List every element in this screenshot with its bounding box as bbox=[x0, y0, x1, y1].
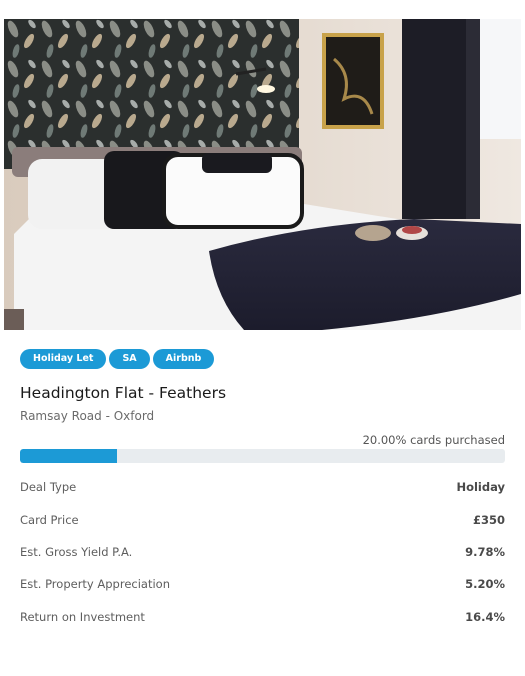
detail-key: Return on Investment bbox=[20, 610, 145, 624]
tag-holiday-let[interactable]: Holiday Let bbox=[20, 349, 107, 369]
detail-row-appreciation: Est. Property Appreciation 5.20% bbox=[20, 574, 505, 594]
detail-row-card-price: Card Price £350 bbox=[20, 510, 505, 530]
detail-value: 16.4% bbox=[465, 610, 505, 624]
detail-key: Deal Type bbox=[20, 480, 77, 494]
detail-value: 5.20% bbox=[465, 577, 505, 591]
detail-key: Card Price bbox=[20, 513, 79, 527]
bedroom-image bbox=[4, 19, 521, 330]
progress-bar bbox=[20, 449, 505, 463]
progress-label: 20.00% cards purchased bbox=[362, 433, 505, 447]
detail-key: Est. Property Appreciation bbox=[20, 577, 171, 591]
property-title[interactable]: Headington Flat - Feathers bbox=[20, 384, 226, 402]
detail-row-gross-yield: Est. Gross Yield P.A. 9.78% bbox=[20, 542, 505, 562]
detail-value: 9.78% bbox=[465, 545, 505, 559]
detail-value: Holiday bbox=[456, 480, 505, 494]
tag-list: Holiday Let SA Airbnb bbox=[20, 349, 215, 369]
detail-key: Est. Gross Yield P.A. bbox=[20, 545, 133, 559]
property-photo[interactable] bbox=[4, 19, 521, 330]
detail-value: £350 bbox=[472, 513, 505, 527]
tag-sa[interactable]: SA bbox=[109, 349, 150, 369]
property-card[interactable]: Holiday Let SA Airbnb Headington Flat - … bbox=[0, 0, 525, 676]
tag-airbnb[interactable]: Airbnb bbox=[152, 349, 215, 369]
progress-fill bbox=[20, 449, 117, 463]
detail-row-deal-type: Deal Type Holiday bbox=[20, 477, 505, 497]
property-location: Ramsay Road - Oxford bbox=[20, 409, 155, 423]
detail-row-roi: Return on Investment 16.4% bbox=[20, 607, 505, 627]
